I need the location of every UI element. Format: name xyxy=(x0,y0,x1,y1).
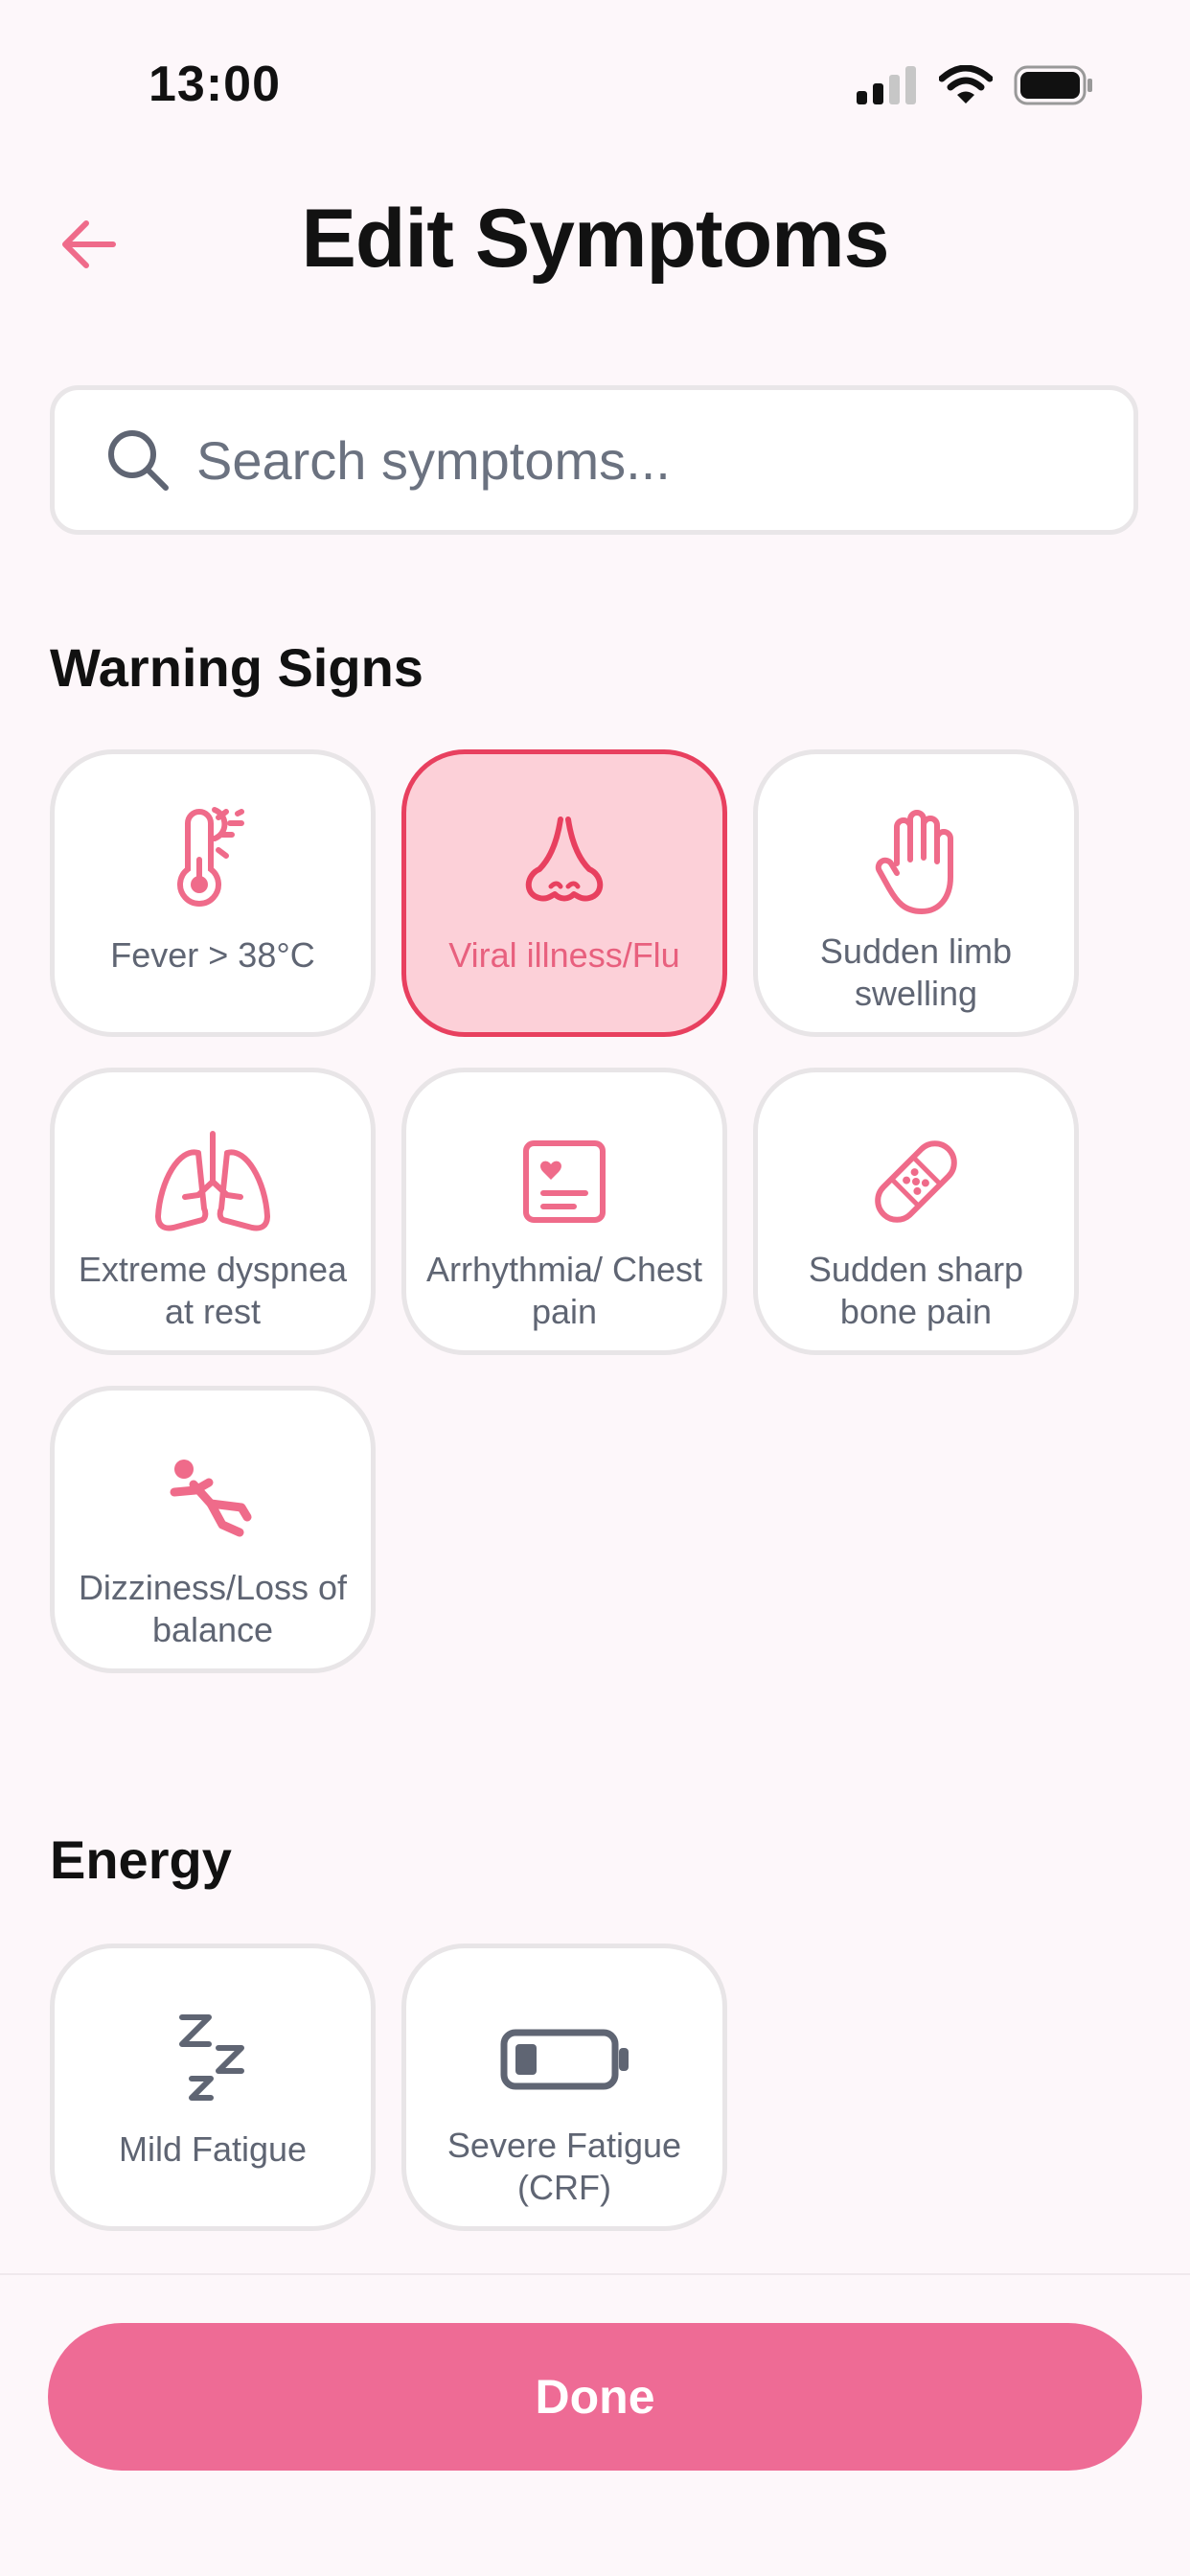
symptom-label: Fever > 38°C xyxy=(110,935,315,975)
symptom-label: Arrhythmia/ Chest pain xyxy=(425,1250,703,1331)
symptom-tile-limb-swelling[interactable]: Sudden limb swelling xyxy=(753,749,1079,1037)
search-box[interactable] xyxy=(50,385,1138,535)
nose-icon xyxy=(525,816,604,902)
status-time: 13:00 xyxy=(149,57,281,112)
symptom-tile-arrhythmia[interactable]: Arrhythmia/ Chest pain xyxy=(401,1068,727,1355)
symptom-tile-bone-pain[interactable]: Sudden sharp bone pain xyxy=(753,1068,1079,1355)
symptom-label: Sudden limb swelling xyxy=(819,932,1013,1013)
symptom-tile-viral-illness[interactable]: Viral illness/Flu xyxy=(401,749,727,1037)
page-title: Edit Symptoms xyxy=(301,193,890,285)
symptom-label: Extreme dyspnea at rest xyxy=(78,1250,348,1331)
symptom-label: Sudden sharp bone pain xyxy=(808,1250,1024,1331)
symptom-tile-dizziness[interactable]: Dizziness/Loss of balance xyxy=(50,1386,376,1673)
falling-person-icon xyxy=(170,1460,252,1537)
symptom-label: Severe Fatigue (CRF) xyxy=(446,2126,682,2207)
cellular-signal-icon xyxy=(857,66,916,104)
symptom-tile-severe-fatigue[interactable]: Severe Fatigue (CRF) xyxy=(401,1944,727,2231)
lungs-icon xyxy=(155,1131,270,1231)
symptom-label: Viral illness/Flu xyxy=(448,935,680,975)
done-button[interactable]: Done xyxy=(48,2323,1142,2471)
symptom-label: Dizziness/Loss of balance xyxy=(78,1568,348,1649)
zzz-icon xyxy=(179,2014,244,2101)
symptom-label: Mild Fatigue xyxy=(118,2129,308,2169)
search-icon xyxy=(108,430,169,491)
bottom-divider xyxy=(0,2273,1190,2275)
symptom-tile-mild-fatigue[interactable]: Mild Fatigue xyxy=(50,1944,376,2231)
battery-icon xyxy=(1014,65,1092,105)
heart-card-icon xyxy=(523,1140,606,1223)
symptom-tile-dyspnea[interactable]: Extreme dyspnea at rest xyxy=(50,1068,376,1355)
section-title-energy: Energy xyxy=(50,1829,232,1890)
bandage-icon xyxy=(875,1140,957,1223)
symptom-tile-fever[interactable]: Fever > 38°C xyxy=(50,749,376,1037)
battery-low-icon xyxy=(500,2029,629,2090)
hand-icon xyxy=(875,810,953,914)
status-bar: 13:00 xyxy=(0,0,1190,172)
thermometer-sun-icon xyxy=(177,807,244,907)
status-icons xyxy=(857,65,1094,105)
search-input[interactable] xyxy=(195,427,1061,493)
wifi-icon xyxy=(939,65,993,104)
section-title-warning: Warning Signs xyxy=(50,637,423,698)
